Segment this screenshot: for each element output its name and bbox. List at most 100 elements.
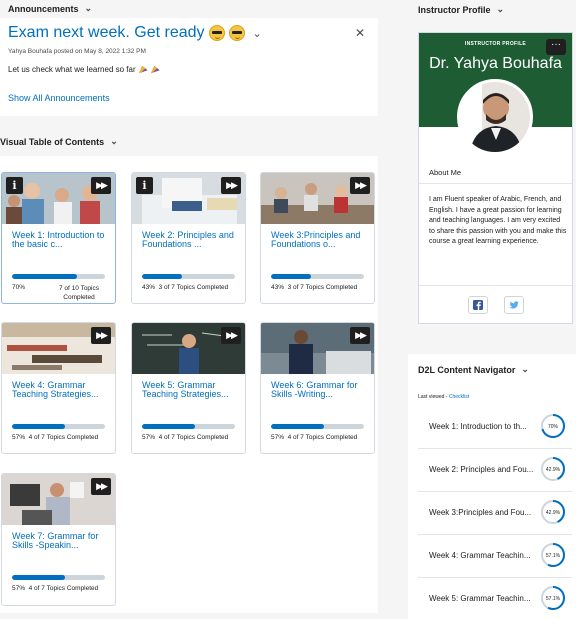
card-title[interactable]: Week 5: Grammar Teaching Strategies...	[142, 381, 240, 399]
navigator-item[interactable]: Week 5: Grammar Teachin... 57.1%	[418, 578, 572, 619]
progress-status: 57% 4 of 7 Topics Completed	[12, 585, 107, 592]
last-viewed-label: Last viewed -	[418, 394, 448, 400]
about-me-text: I am Fluent speaker of Arabic, French, a…	[429, 196, 567, 245]
announcements-header-label: Announcements	[8, 3, 79, 14]
navigator-item-label[interactable]: Week 5: Grammar Teachin...	[429, 594, 531, 603]
progress-status: 57% 4 of 7 Topics Completed	[271, 434, 366, 441]
toc-card-week-5[interactable]: ▶▶ Week 5: Grammar Teaching Strategies..…	[131, 322, 246, 454]
fast-forward-icon[interactable]: ▶▶	[221, 327, 241, 344]
toc-card-week-6[interactable]: ▶▶ Week 6: Grammar for Skills -Writing..…	[260, 322, 375, 454]
progress-status: 57% 4 of 7 Topics Completed	[142, 434, 237, 441]
fast-forward-icon[interactable]: ▶▶	[91, 327, 111, 344]
chevron-down-icon[interactable]: ⌄	[497, 4, 505, 15]
navigator-item-label[interactable]: Week 2: Principles and Fou...	[429, 465, 533, 474]
content-navigator-header[interactable]: D2L Content Navigator ⌄	[418, 364, 529, 375]
progress-count: 4 of 7 Topics Completed	[158, 434, 229, 441]
announcement-title[interactable]: Exam next week. Get ready ⌄	[8, 24, 262, 42]
twitter-icon[interactable]	[504, 296, 524, 314]
card-thumbnail: ▶▶	[261, 173, 374, 224]
chevron-down-icon[interactable]: ⌄	[253, 27, 262, 40]
progress-count: 4 of 7 Topics Completed	[28, 585, 99, 592]
card-thumbnail: ▶▶	[2, 474, 115, 525]
navigator-item[interactable]: Week 4: Grammar Teachin... 57.1%	[418, 535, 572, 578]
card-title[interactable]: Week 4: Grammar Teaching Strategies...	[12, 381, 110, 399]
party-popper-icon	[138, 65, 148, 74]
progress-fill	[271, 424, 324, 429]
announcement-title-text[interactable]: Exam next week. Get ready	[8, 24, 205, 42]
info-icon[interactable]: i	[136, 177, 153, 194]
progress-ring: 57.1%	[541, 586, 565, 610]
progress-status: 70% 7 of 10 Topics Completed	[12, 284, 107, 301]
announcements-header[interactable]: Announcements ⌄	[8, 3, 92, 14]
divider	[419, 183, 572, 184]
chevron-down-icon[interactable]: ⌄	[110, 136, 118, 147]
card-thumbnail: i ▶▶	[132, 173, 245, 224]
navigator-item-label[interactable]: Week 1: Introduction to th...	[429, 422, 527, 431]
navigator-item-label[interactable]: Week 3:Principles and Fou...	[429, 508, 531, 517]
chevron-down-icon[interactable]: ⌄	[85, 3, 93, 14]
toc-card-week-3[interactable]: ▶▶ Week 3:Principles and Foundations o..…	[260, 172, 375, 304]
last-viewed-link[interactable]: Checklist	[449, 394, 469, 400]
toc-card-week-1[interactable]: i ▶▶ Week 1: Introduction to the basic c…	[1, 172, 116, 304]
progress-fill	[271, 274, 311, 279]
instructor-name: Dr. Yahya Bouhafa	[429, 55, 562, 72]
progress-bar	[12, 575, 105, 580]
facebook-icon[interactable]	[468, 296, 488, 314]
fast-forward-icon[interactable]: ▶▶	[221, 177, 241, 194]
chevron-down-icon[interactable]: ⌄	[521, 364, 529, 375]
info-icon[interactable]: i	[6, 177, 23, 194]
progress-percent: 57%	[142, 434, 156, 441]
sunglasses-emoji-icon	[228, 25, 245, 41]
navigator-item[interactable]: Week 3:Principles and Fou... 42.9%	[418, 492, 572, 535]
progress-bar	[271, 424, 364, 429]
card-thumbnail: ▶▶	[2, 323, 115, 374]
instructor-profile-header[interactable]: Instructor Profile ⌄	[418, 4, 504, 15]
progress-status: 43% 3 of 7 Topics Completed	[271, 284, 366, 291]
progress-ring: 70%	[541, 414, 565, 438]
progress-ring: 42.9%	[541, 457, 565, 481]
progress-fill	[142, 274, 182, 279]
progress-percent: 43%	[142, 284, 156, 291]
progress-fill	[12, 424, 65, 429]
show-all-announcements-link[interactable]: Show All Announcements	[8, 93, 110, 103]
announcement-body-text: Let us check what we learned so far	[8, 65, 136, 74]
progress-percent: 57%	[12, 585, 26, 592]
progress-percent: 57%	[271, 434, 285, 441]
progress-status: 57% 4 of 7 Topics Completed	[12, 434, 107, 441]
progress-percent: 43%	[271, 284, 285, 291]
instructor-profile-header-label: Instructor Profile	[418, 4, 491, 15]
progress-ring-label: 42.9%	[546, 467, 561, 473]
announcement-body: Let us check what we learned so far	[8, 65, 160, 74]
card-title[interactable]: Week 1: Introduction to the basic c...	[12, 231, 110, 249]
progress-count: 7 of 10 Topics Completed	[59, 285, 99, 301]
divider	[419, 285, 572, 286]
toc-card-week-4[interactable]: ▶▶ Week 4: Grammar Teaching Strategies..…	[1, 322, 116, 454]
progress-percent: 70%	[12, 284, 26, 291]
toc-card-week-2[interactable]: i ▶▶ Week 2: Principles and Foundations …	[131, 172, 246, 304]
content-navigator-header-label: D2L Content Navigator	[418, 364, 516, 375]
last-viewed: Last viewed - Checklist	[418, 394, 469, 400]
progress-bar	[142, 424, 235, 429]
more-icon[interactable]: ···	[546, 39, 566, 55]
progress-ring-label: 42.9%	[546, 510, 561, 516]
navigator-item-label[interactable]: Week 4: Grammar Teachin...	[429, 551, 531, 560]
fast-forward-icon[interactable]: ▶▶	[350, 177, 370, 194]
toc-header[interactable]: Visual Table of Contents ⌄	[0, 136, 118, 147]
card-thumbnail: ▶▶	[261, 323, 374, 374]
navigator-item[interactable]: Week 1: Introduction to th... 70%	[418, 406, 572, 449]
progress-bar	[12, 424, 105, 429]
close-icon[interactable]: ✕	[355, 26, 365, 40]
instructor-photo	[460, 82, 530, 152]
card-title[interactable]: Week 2: Principles and Foundations ...	[142, 231, 240, 249]
toc-card-week-7[interactable]: ▶▶ Week 7: Grammar for Skills -Speakin..…	[1, 473, 116, 606]
card-title[interactable]: Week 7: Grammar for Skills -Speakin...	[12, 532, 110, 550]
fast-forward-icon[interactable]: ▶▶	[91, 177, 111, 194]
fast-forward-icon[interactable]: ▶▶	[350, 327, 370, 344]
progress-count: 4 of 7 Topics Completed	[28, 434, 99, 441]
progress-fill	[12, 274, 78, 279]
navigator-item[interactable]: Week 2: Principles and Fou... 42.9%	[418, 449, 572, 492]
card-title[interactable]: Week 6: Grammar for Skills -Writing...	[271, 381, 369, 399]
card-title[interactable]: Week 3:Principles and Foundations o...	[271, 231, 369, 249]
about-me-heading: About Me	[429, 168, 462, 177]
fast-forward-icon[interactable]: ▶▶	[91, 478, 111, 495]
